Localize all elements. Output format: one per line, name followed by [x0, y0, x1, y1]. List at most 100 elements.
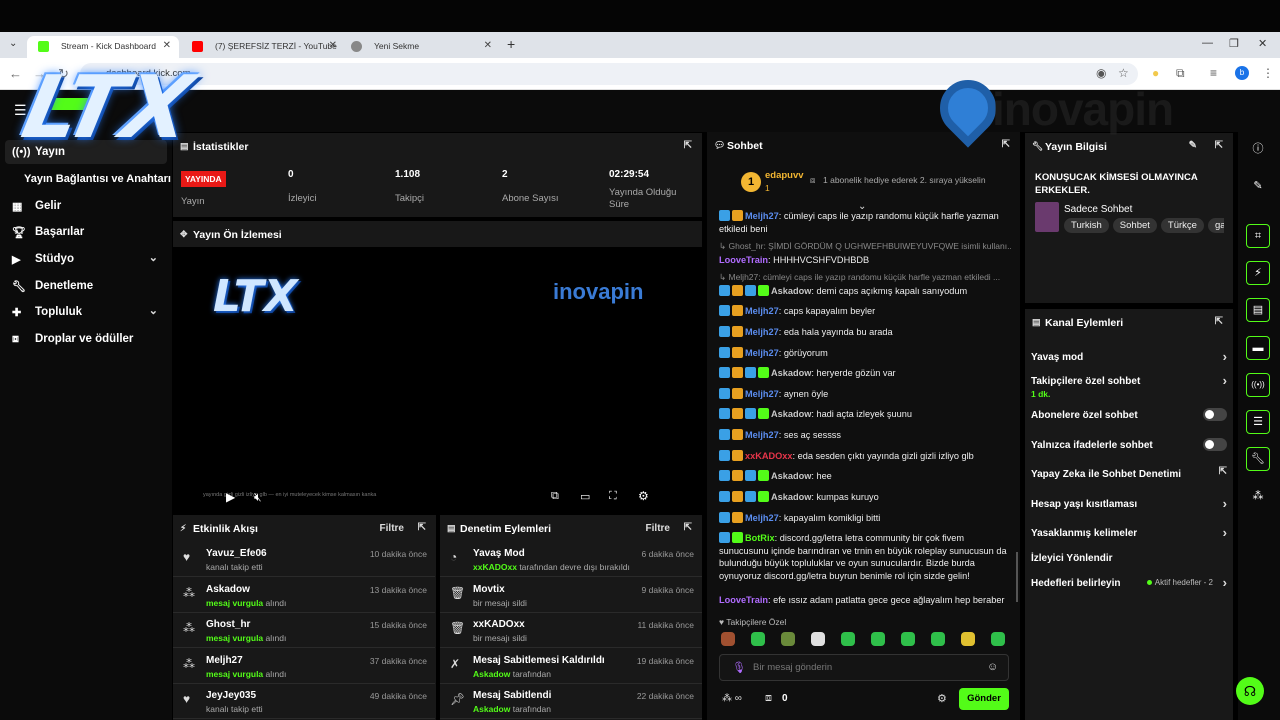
chat-username[interactable]: Meljh27: [745, 513, 779, 523]
document-icon[interactable]: ▤: [1246, 298, 1270, 322]
sidebar-item-stream-key[interactable]: Yayın Bağlantısı ve Anahtarı: [0, 167, 172, 191]
sidebar-item-moderation[interactable]: 🔧︎ Denetleme: [0, 274, 172, 298]
chat-message[interactable]: Meljh27: eda hala yayında bu arada: [719, 326, 1009, 339]
close-tab-icon[interactable]: ✕: [163, 40, 171, 51]
chat-message[interactable]: Meljh27: ses aç sessss: [719, 429, 1009, 442]
sidebar-item-studio[interactable]: ▶ Stüdyo ⌄: [0, 247, 172, 271]
extension-icon[interactable]: ●: [1152, 66, 1159, 80]
list-item[interactable]: ⁂ Ghost_hr mesaj vurgula alındı 15 dakika ö…: [173, 613, 435, 648]
list-item[interactable]: ✗ Mesaj Sabitlemesi Kaldırıldı Askadow tar…: [440, 649, 702, 684]
mic-icon[interactable]: 🎙︎: [732, 661, 746, 674]
chat-username[interactable]: LooveTrain: [719, 595, 768, 605]
chat-username[interactable]: Meljh27: [745, 211, 779, 221]
eye-icon[interactable]: ◉: [1096, 66, 1106, 80]
chat-username[interactable]: Meljh27: [745, 327, 779, 337]
chat-message[interactable]: xxKADOxx: eda sesden çıktı yayında gizli…: [719, 450, 1009, 463]
emote-icon[interactable]: [931, 632, 945, 646]
close-tab-icon[interactable]: ✕: [329, 40, 337, 51]
minimize-icon[interactable]: —: [1202, 37, 1213, 49]
chat-message[interactable]: Askadow: demi caps açıkmış kapalı sanıyo…: [719, 285, 1009, 298]
chat-username[interactable]: Askadow: [771, 471, 811, 481]
edit-icon[interactable]: ✎: [1246, 175, 1270, 199]
chat-input[interactable]: 🎙︎ Bir mesaj gönderin ☺: [719, 654, 1009, 681]
list-item[interactable]: ⁂ Askadow mesaj vurgula alındı 13 dakika ön…: [173, 578, 435, 613]
toggle-switch[interactable]: [1203, 438, 1227, 451]
layout-icon[interactable]: ☰: [1246, 410, 1270, 434]
sidebar-item-achievements[interactable]: 🏆︎ Başarılar: [0, 220, 172, 244]
expand-icon[interactable]: ⇱: [684, 522, 692, 533]
menu-dots-icon[interactable]: ⋮: [1262, 66, 1274, 80]
chat-message[interactable]: BotRix: discord.gg/letra letra community…: [719, 532, 1009, 582]
expand-icon[interactable]: ⇱: [684, 140, 692, 151]
chat-username[interactable]: Askadow: [771, 286, 811, 296]
activity-filter-button[interactable]: Filtre: [380, 523, 404, 534]
pip-icon[interactable]: ⧉: [551, 490, 559, 503]
bookmark-star-icon[interactable]: ☆: [1118, 66, 1129, 80]
pinned-leaderboard[interactable]: 1 edapuvv 1 ⧈ 1 abonelik hediye ederek 2…: [735, 170, 1005, 194]
emote-icon[interactable]: [781, 632, 795, 646]
theater-icon[interactable]: ▭: [580, 490, 590, 503]
chat-username[interactable]: Askadow: [771, 368, 811, 378]
tab-new-tab[interactable]: Yeni Sekme ✕: [340, 36, 500, 58]
profile-avatar[interactable]: b: [1235, 66, 1249, 80]
fullscreen-icon[interactable]: ⛶: [609, 490, 617, 503]
channel-action-item[interactable]: Yalnızca ifadelerle sohbet: [1031, 438, 1227, 460]
sidebar-item-community[interactable]: ✚ Topluluk ⌄: [0, 300, 172, 324]
list-item[interactable]: ♥ Yavuz_Efe06 kanalı takip etti 10 dakika ö…: [173, 542, 435, 577]
emote-icon[interactable]: [751, 632, 765, 646]
chat-username[interactable]: Askadow: [771, 492, 811, 502]
chat-message[interactable]: Meljh27: cümleyi caps ile yazıp randomu …: [719, 210, 1009, 235]
tab-youtube[interactable]: (7) ŞEREFSİZ TERZİ - YouTube ✕: [181, 36, 345, 58]
toggle-switch[interactable]: [1203, 408, 1227, 421]
close-window-icon[interactable]: ✕: [1258, 37, 1267, 50]
chat-scrollbar[interactable]: [1016, 552, 1018, 602]
chat-message[interactable]: Askadow: kumpas kuruyo: [719, 491, 1009, 504]
list-item[interactable]: ◔ Yavaş Mod xxKADOxx tarafından devre dışı…: [440, 542, 702, 577]
wrench-icon[interactable]: 🔧︎: [1246, 447, 1270, 471]
emote-icon[interactable]: [721, 632, 735, 646]
chat-username[interactable]: Meljh27: [745, 389, 779, 399]
chat-message[interactable]: Meljh27: görüyorum: [719, 347, 1009, 360]
sidebar-item-revenue[interactable]: ▦ Gelir: [0, 194, 172, 218]
channel-action-item[interactable]: Yapay Zeka ile Sohbet Denetimi ⇱: [1031, 466, 1227, 489]
chat-username[interactable]: BotRix: [745, 533, 775, 543]
list-item[interactable]: 🗑︎ xxKADOxx bir mesajı sildi 11 dakika önce: [440, 613, 702, 648]
chat-bubble-icon[interactable]: ▬: [1246, 336, 1270, 360]
list-item[interactable]: 📌︎ Mesaj Sabitlendi Askadow tarafından 22 d…: [440, 684, 702, 719]
emote-icon[interactable]: ⁂: [1246, 485, 1270, 509]
chat-message[interactable]: LooveTrain: efe ıssız adam patlatta gece…: [719, 594, 1009, 607]
chat-message[interactable]: Meljh27: caps kapayalım beyler: [719, 305, 1009, 318]
chat-username[interactable]: Askadow: [771, 409, 811, 419]
channel-action-item[interactable]: Abonelere özel sohbet: [1031, 408, 1227, 430]
list-item[interactable]: ♥ JeyJey035 kanalı takip etti 49 dakika önc…: [173, 684, 435, 719]
broadcast-icon[interactable]: ((•)): [1246, 373, 1270, 397]
emote-icon[interactable]: [961, 632, 975, 646]
gift-box-icon[interactable]: ⧈: [765, 692, 772, 705]
emote-icon[interactable]: [901, 632, 915, 646]
info-icon[interactable]: ⓘ: [1246, 138, 1270, 162]
emote-icon[interactable]: [871, 632, 885, 646]
tag[interactable]: Turkish: [1064, 218, 1109, 233]
tag[interactable]: Sohbet: [1112, 218, 1157, 233]
chat-message[interactable]: Meljh27: kapayalım komikligi bitti: [719, 512, 1009, 525]
chat-username[interactable]: xxKADOxx: [745, 451, 793, 461]
list-item[interactable]: 🗑︎ Movtix bir mesajı sildi 9 dakika önce: [440, 578, 702, 613]
list-item[interactable]: ⁂ Meljh27 mesaj vurgula alındı 37 dakika ön…: [173, 649, 435, 684]
emote-icon[interactable]: [991, 632, 1005, 646]
lightning-icon[interactable]: ⚡︎: [1246, 261, 1270, 285]
mute-icon[interactable]: 🔇︎: [254, 490, 262, 505]
channel-action-item[interactable]: Hedefleri belirleyin Aktif hedefler - 2 ›: [1031, 575, 1227, 598]
chat-message[interactable]: Meljh27: aynen öyle: [719, 388, 1009, 401]
emote-icon[interactable]: [811, 632, 825, 646]
chat-settings-icon[interactable]: ⚙: [937, 692, 947, 705]
new-tab-icon[interactable]: +: [507, 36, 515, 52]
channel-points-icon[interactable]: ⁂ ∞: [722, 693, 742, 704]
chat-username[interactable]: Meljh27: [745, 348, 779, 358]
back-icon[interactable]: ←: [9, 66, 22, 81]
expand-icon[interactable]: ⇱: [1215, 316, 1223, 327]
maximize-icon[interactable]: ❐: [1229, 37, 1239, 50]
channel-action-item[interactable]: İzleyici Yönlendir: [1031, 553, 1227, 573]
channel-action-item[interactable]: Yavaş mod ›: [1031, 349, 1227, 372]
chat-username[interactable]: Meljh27: [745, 430, 779, 440]
channel-action-item[interactable]: Hesap yaşı kısıtlaması ›: [1031, 496, 1227, 519]
